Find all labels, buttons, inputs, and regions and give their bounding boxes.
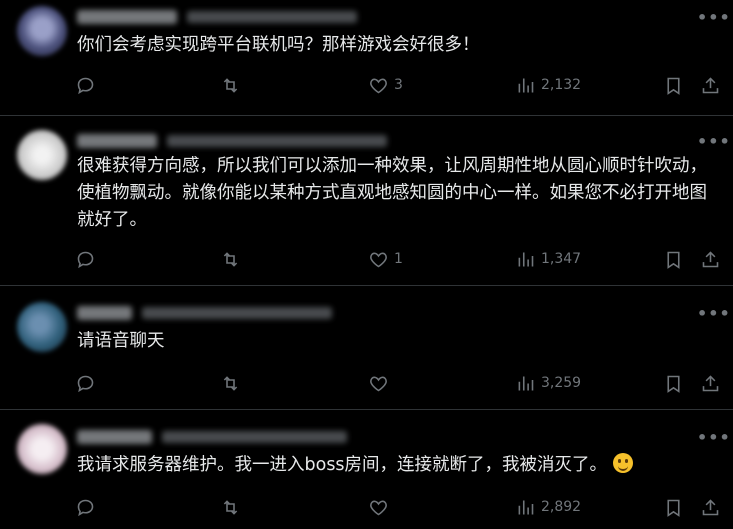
- bookmark-icon: [667, 499, 680, 517]
- reply-text-wrap: 我请求服务器维护。我一进入boss房间，连接就断了，我被消灭了。: [77, 452, 717, 479]
- more-icon[interactable]: •••: [697, 132, 730, 151]
- reply-button[interactable]: [75, 73, 96, 97]
- more-icon[interactable]: •••: [697, 304, 730, 323]
- avatar[interactable]: [17, 6, 67, 56]
- retweet-icon: [223, 499, 238, 515]
- retweet-icon: [223, 251, 238, 267]
- avatar[interactable]: [17, 424, 67, 474]
- retweet-button[interactable]: [220, 371, 241, 395]
- view-count: 3,259: [541, 375, 582, 391]
- reply-2[interactable]: ••• 很难获得方向感，所以我们可以添加一种效果，让风周期性地从圆心顺时针吹动，…: [0, 116, 733, 286]
- retweet-button[interactable]: [220, 247, 241, 271]
- bookmark-icon: [667, 77, 680, 95]
- like-count: 3: [394, 77, 403, 93]
- views-icon: [518, 500, 534, 514]
- more-icon[interactable]: •••: [697, 8, 730, 27]
- views-icon: [518, 252, 534, 266]
- reply-text: 很难获得方向感，所以我们可以添加一种效果，让风周期性地从圆心顺时针吹动，使植物飘…: [77, 156, 707, 230]
- reply-3[interactable]: ••• 请语音聊天 3,259: [0, 286, 733, 410]
- view-count: 1,347: [541, 251, 582, 267]
- views-button[interactable]: 1,347: [515, 247, 581, 271]
- reply-text: 我请求服务器维护。我一进入boss房间，连接就断了，我被消灭了。: [77, 455, 608, 475]
- retweet-button[interactable]: [220, 73, 241, 97]
- action-bar: 2,892: [75, 495, 725, 519]
- reply-icon: [77, 77, 94, 94]
- reply-button[interactable]: [75, 495, 96, 519]
- view-count: 2,892: [541, 499, 582, 515]
- avatar[interactable]: [17, 302, 67, 352]
- like-button[interactable]: [368, 495, 389, 519]
- retweet-icon: [223, 375, 238, 391]
- like-button[interactable]: [368, 371, 389, 395]
- avatar[interactable]: [17, 130, 67, 180]
- share-icon: [702, 374, 719, 391]
- heart-icon: [370, 78, 387, 93]
- share-icon: [702, 76, 719, 93]
- author-header[interactable]: [77, 132, 397, 150]
- share-icon: [702, 498, 719, 515]
- retweet-button[interactable]: [220, 495, 241, 519]
- like-count: 1: [394, 251, 403, 267]
- share-button[interactable]: [700, 495, 721, 519]
- reply-text: 请语音聊天: [77, 331, 165, 351]
- heart-icon: [370, 500, 387, 515]
- like-button[interactable]: 1: [368, 247, 403, 271]
- reply-text: 你们会考虑实现跨平台联机吗？那样游戏会好很多！: [77, 35, 480, 55]
- views-icon: [518, 78, 534, 92]
- views-icon: [518, 376, 534, 390]
- reply-4[interactable]: ••• 我请求服务器维护。我一进入boss房间，连接就断了，我被消灭了。 2,8…: [0, 410, 733, 529]
- author-header[interactable]: [77, 8, 397, 26]
- like-button[interactable]: 3: [368, 73, 403, 97]
- share-button[interactable]: [700, 247, 721, 271]
- face-with-tear-icon: [612, 453, 633, 473]
- author-header[interactable]: [77, 304, 397, 322]
- views-button[interactable]: 3,259: [515, 371, 581, 395]
- more-icon[interactable]: •••: [697, 428, 730, 447]
- action-bar: 3,259: [75, 371, 725, 395]
- reply-button[interactable]: [75, 247, 96, 271]
- bookmark-button[interactable]: [663, 247, 684, 271]
- bookmark-button[interactable]: [663, 495, 684, 519]
- reply-icon: [77, 499, 94, 516]
- reply-icon: [77, 375, 94, 392]
- view-count: 2,132: [541, 77, 582, 93]
- views-button[interactable]: 2,132: [515, 73, 581, 97]
- share-button[interactable]: [700, 371, 721, 395]
- action-bar: 1 1,347: [75, 247, 725, 271]
- heart-icon: [370, 252, 387, 267]
- reply-button[interactable]: [75, 371, 96, 395]
- heart-icon: [370, 376, 387, 391]
- bookmark-icon: [667, 251, 680, 269]
- bookmark-button[interactable]: [663, 73, 684, 97]
- views-button[interactable]: 2,892: [515, 495, 581, 519]
- bookmark-icon: [667, 375, 680, 393]
- share-button[interactable]: [700, 73, 721, 97]
- author-header[interactable]: [77, 428, 397, 446]
- bookmark-button[interactable]: [663, 371, 684, 395]
- retweet-icon: [223, 77, 238, 93]
- reply-icon: [77, 251, 94, 268]
- action-bar: 3 2,132: [75, 73, 725, 97]
- share-icon: [702, 250, 719, 267]
- reply-1[interactable]: ••• 你们会考虑实现跨平台联机吗？那样游戏会好很多！ 3 2,132: [0, 0, 733, 116]
